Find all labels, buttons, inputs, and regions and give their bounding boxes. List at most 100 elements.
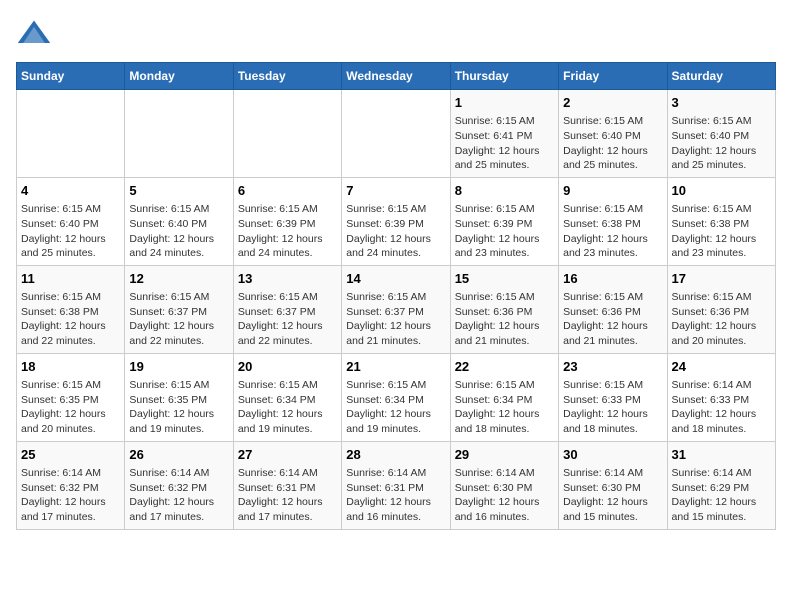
day-number: 29 bbox=[455, 446, 554, 464]
calendar-cell: 10 Sunrise: 6:15 AM Sunset: 6:38 PM Dayli… bbox=[667, 177, 775, 265]
day-info: Sunrise: 6:15 AM Sunset: 6:37 PM Dayligh… bbox=[238, 290, 337, 349]
calendar-cell: 24Sunrise: 6:14 AM Sunset: 6:33 PM Dayli… bbox=[667, 353, 775, 441]
day-info: Sunrise: 6:15 AM Sunset: 6:41 PM Dayligh… bbox=[455, 114, 554, 173]
calendar-cell: 26Sunrise: 6:14 AM Sunset: 6:32 PM Dayli… bbox=[125, 441, 233, 529]
calendar-week-row: 11 Sunrise: 6:15 AM Sunset: 6:38 PM Dayli… bbox=[17, 265, 776, 353]
header-cell: Friday bbox=[559, 63, 667, 90]
day-number: 14 bbox=[346, 270, 445, 288]
calendar-cell: 22 Sunrise: 6:15 AM Sunset: 6:34 PM Dayli… bbox=[450, 353, 558, 441]
day-info: Sunrise: 6:15 AM Sunset: 6:33 PM Dayligh… bbox=[563, 378, 662, 437]
calendar-cell bbox=[125, 90, 233, 178]
header-cell: Saturday bbox=[667, 63, 775, 90]
day-number: 4 bbox=[21, 182, 120, 200]
day-number: 16 bbox=[563, 270, 662, 288]
header-row: SundayMondayTuesdayWednesdayThursdayFrid… bbox=[17, 63, 776, 90]
calendar-cell: 29 Sunrise: 6:14 AM Sunset: 6:30 PM Dayli… bbox=[450, 441, 558, 529]
day-info: Sunrise: 6:15 AM Sunset: 6:37 PM Dayligh… bbox=[346, 290, 445, 349]
day-info: Sunrise: 6:15 AM Sunset: 6:36 PM Dayligh… bbox=[455, 290, 554, 349]
day-number: 23 bbox=[563, 358, 662, 376]
calendar-cell: 2Sunrise: 6:15 AM Sunset: 6:40 PM Daylig… bbox=[559, 90, 667, 178]
day-info: Sunrise: 6:14 AM Sunset: 6:32 PM Dayligh… bbox=[21, 466, 120, 525]
day-number: 2 bbox=[563, 94, 662, 112]
calendar-header: SundayMondayTuesdayWednesdayThursdayFrid… bbox=[17, 63, 776, 90]
day-number: 12 bbox=[129, 270, 228, 288]
day-number: 17 bbox=[672, 270, 771, 288]
header-cell: Thursday bbox=[450, 63, 558, 90]
calendar-cell: 4Sunrise: 6:15 AM Sunset: 6:40 PM Daylig… bbox=[17, 177, 125, 265]
header-cell: Sunday bbox=[17, 63, 125, 90]
calendar-cell: 12 Sunrise: 6:15 AM Sunset: 6:37 PM Dayli… bbox=[125, 265, 233, 353]
day-info: Sunrise: 6:14 AM Sunset: 6:30 PM Dayligh… bbox=[563, 466, 662, 525]
day-info: Sunrise: 6:15 AM Sunset: 6:38 PM Dayligh… bbox=[21, 290, 120, 349]
day-info: Sunrise: 6:15 AM Sunset: 6:39 PM Dayligh… bbox=[455, 202, 554, 261]
day-info: Sunrise: 6:15 AM Sunset: 6:38 PM Dayligh… bbox=[672, 202, 771, 261]
day-number: 28 bbox=[346, 446, 445, 464]
day-number: 1 bbox=[455, 94, 554, 112]
calendar-week-row: 25 Sunrise: 6:14 AM Sunset: 6:32 PM Dayli… bbox=[17, 441, 776, 529]
day-info: Sunrise: 6:15 AM Sunset: 6:36 PM Dayligh… bbox=[563, 290, 662, 349]
calendar-cell bbox=[342, 90, 450, 178]
day-number: 18 bbox=[21, 358, 120, 376]
day-info: Sunrise: 6:15 AM Sunset: 6:34 PM Dayligh… bbox=[346, 378, 445, 437]
day-info: Sunrise: 6:15 AM Sunset: 6:35 PM Dayligh… bbox=[21, 378, 120, 437]
day-info: Sunrise: 6:15 AM Sunset: 6:40 PM Dayligh… bbox=[672, 114, 771, 173]
page-header bbox=[16, 16, 776, 52]
calendar-cell: 9 Sunrise: 6:15 AM Sunset: 6:38 PM Daylig… bbox=[559, 177, 667, 265]
calendar-table: SundayMondayTuesdayWednesdayThursdayFrid… bbox=[16, 62, 776, 530]
day-number: 31 bbox=[672, 446, 771, 464]
header-cell: Monday bbox=[125, 63, 233, 90]
day-number: 10 bbox=[672, 182, 771, 200]
day-number: 3 bbox=[672, 94, 771, 112]
calendar-body: 1 Sunrise: 6:15 AM Sunset: 6:41 PM Daylig… bbox=[17, 90, 776, 530]
day-info: Sunrise: 6:14 AM Sunset: 6:33 PM Dayligh… bbox=[672, 378, 771, 437]
day-number: 8 bbox=[455, 182, 554, 200]
day-number: 15 bbox=[455, 270, 554, 288]
day-info: Sunrise: 6:15 AM Sunset: 6:39 PM Dayligh… bbox=[238, 202, 337, 261]
calendar-cell bbox=[233, 90, 341, 178]
day-info: Sunrise: 6:15 AM Sunset: 6:39 PM Dayligh… bbox=[346, 202, 445, 261]
calendar-cell: 13Sunrise: 6:15 AM Sunset: 6:37 PM Dayli… bbox=[233, 265, 341, 353]
calendar-cell: 20Sunrise: 6:15 AM Sunset: 6:34 PM Dayli… bbox=[233, 353, 341, 441]
day-info: Sunrise: 6:15 AM Sunset: 6:36 PM Dayligh… bbox=[672, 290, 771, 349]
calendar-cell: 7 Sunrise: 6:15 AM Sunset: 6:39 PM Daylig… bbox=[342, 177, 450, 265]
calendar-cell: 28 Sunrise: 6:14 AM Sunset: 6:31 PM Dayli… bbox=[342, 441, 450, 529]
header-cell: Tuesday bbox=[233, 63, 341, 90]
calendar-cell bbox=[17, 90, 125, 178]
calendar-cell: 5 Sunrise: 6:15 AM Sunset: 6:40 PM Daylig… bbox=[125, 177, 233, 265]
logo-icon bbox=[16, 16, 52, 52]
day-info: Sunrise: 6:15 AM Sunset: 6:35 PM Dayligh… bbox=[129, 378, 228, 437]
day-info: Sunrise: 6:14 AM Sunset: 6:32 PM Dayligh… bbox=[129, 466, 228, 525]
logo bbox=[16, 16, 56, 52]
calendar-cell: 18 Sunrise: 6:15 AM Sunset: 6:35 PM Dayli… bbox=[17, 353, 125, 441]
day-number: 9 bbox=[563, 182, 662, 200]
calendar-cell: 14 Sunrise: 6:15 AM Sunset: 6:37 PM Dayli… bbox=[342, 265, 450, 353]
day-info: Sunrise: 6:14 AM Sunset: 6:31 PM Dayligh… bbox=[346, 466, 445, 525]
calendar-week-row: 4 Sunrise: 6:15 AM Sunset: 6:40 PM Daylig… bbox=[17, 177, 776, 265]
day-number: 27 bbox=[238, 446, 337, 464]
calendar-cell: 23 Sunrise: 6:15 AM Sunset: 6:33 PM Dayli… bbox=[559, 353, 667, 441]
day-info: Sunrise: 6:15 AM Sunset: 6:40 PM Dayligh… bbox=[129, 202, 228, 261]
day-number: 11 bbox=[21, 270, 120, 288]
day-info: Sunrise: 6:14 AM Sunset: 6:30 PM Dayligh… bbox=[455, 466, 554, 525]
day-number: 22 bbox=[455, 358, 554, 376]
calendar-cell: 31 Sunrise: 6:14 AM Sunset: 6:29 PM Dayli… bbox=[667, 441, 775, 529]
day-info: Sunrise: 6:15 AM Sunset: 6:34 PM Dayligh… bbox=[455, 378, 554, 437]
day-info: Sunrise: 6:14 AM Sunset: 6:29 PM Dayligh… bbox=[672, 466, 771, 525]
calendar-cell: 8 Sunrise: 6:15 AM Sunset: 6:39 PM Daylig… bbox=[450, 177, 558, 265]
calendar-cell: 27 Sunrise: 6:14 AM Sunset: 6:31 PM Dayli… bbox=[233, 441, 341, 529]
day-info: Sunrise: 6:15 AM Sunset: 6:38 PM Dayligh… bbox=[563, 202, 662, 261]
day-number: 6 bbox=[238, 182, 337, 200]
calendar-cell: 3 Sunrise: 6:15 AM Sunset: 6:40 PM Daylig… bbox=[667, 90, 775, 178]
calendar-cell: 17 Sunrise: 6:15 AM Sunset: 6:36 PM Dayli… bbox=[667, 265, 775, 353]
day-number: 30 bbox=[563, 446, 662, 464]
day-number: 5 bbox=[129, 182, 228, 200]
day-info: Sunrise: 6:14 AM Sunset: 6:31 PM Dayligh… bbox=[238, 466, 337, 525]
day-info: Sunrise: 6:15 AM Sunset: 6:37 PM Dayligh… bbox=[129, 290, 228, 349]
day-number: 7 bbox=[346, 182, 445, 200]
day-number: 25 bbox=[21, 446, 120, 464]
day-info: Sunrise: 6:15 AM Sunset: 6:34 PM Dayligh… bbox=[238, 378, 337, 437]
calendar-cell: 21Sunrise: 6:15 AM Sunset: 6:34 PM Dayli… bbox=[342, 353, 450, 441]
calendar-week-row: 1 Sunrise: 6:15 AM Sunset: 6:41 PM Daylig… bbox=[17, 90, 776, 178]
calendar-cell: 1 Sunrise: 6:15 AM Sunset: 6:41 PM Daylig… bbox=[450, 90, 558, 178]
calendar-cell: 25 Sunrise: 6:14 AM Sunset: 6:32 PM Dayli… bbox=[17, 441, 125, 529]
